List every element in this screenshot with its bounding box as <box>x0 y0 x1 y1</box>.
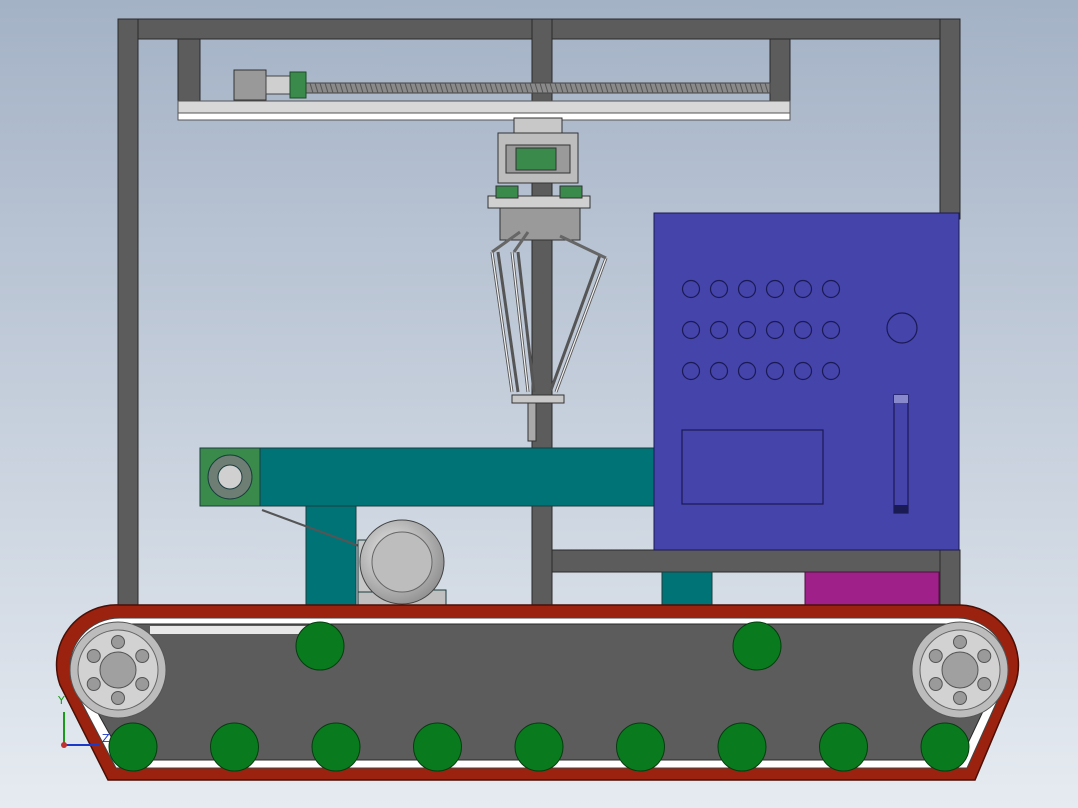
cabinet-door-handle <box>893 394 909 514</box>
rail-plate <box>177 100 791 114</box>
robot-tool <box>527 402 537 442</box>
stepper-motor <box>233 69 267 101</box>
conveyor-belt-body <box>257 447 655 507</box>
wheel-hole <box>86 677 101 691</box>
cabinet-handle-cap-bottom <box>894 505 908 513</box>
frame-left-post <box>117 18 139 620</box>
axis-z-label: Z <box>102 732 110 745</box>
bottom-roller <box>108 722 158 772</box>
track-icon <box>55 604 1020 781</box>
cad-assembly-view: Y Z <box>0 0 1078 808</box>
frame-mid-beam-right <box>551 549 961 573</box>
cabinet-handle-cap-top <box>894 395 908 403</box>
wheel-hole <box>953 691 967 705</box>
wheel-hole <box>977 677 992 691</box>
wheel-hole <box>135 649 150 663</box>
drive-wheel-left <box>69 621 167 719</box>
track-white-strip <box>150 626 310 634</box>
bottom-roller <box>717 722 767 772</box>
wheel-hole <box>953 635 967 649</box>
wheel-hole <box>111 635 125 649</box>
flange-bearing-core <box>217 464 243 490</box>
frame-right-post <box>939 18 961 220</box>
robot-arm-hub <box>499 207 581 241</box>
robot-carriage <box>513 117 563 135</box>
cabinet-icon <box>653 212 960 551</box>
bottom-roller <box>514 722 564 772</box>
motor-coupler <box>265 75 291 95</box>
bottom-roller <box>413 722 462 772</box>
bearing-block-green <box>289 71 307 99</box>
wheel-hole <box>977 649 992 663</box>
cabinet-body <box>653 212 960 551</box>
axis-y-label: Y <box>57 694 65 707</box>
battery-box <box>804 571 940 607</box>
conveyor-small-leg <box>661 571 713 607</box>
bottom-roller <box>311 722 361 772</box>
wheel-hole <box>111 691 125 705</box>
bottom-roller <box>819 722 868 772</box>
conveyor-support-leg <box>305 505 357 607</box>
robot-gearbox <box>515 147 557 171</box>
wheel-hole <box>928 649 943 663</box>
top-roller <box>295 621 345 671</box>
bottom-roller <box>920 722 970 772</box>
wheel-hole <box>135 677 150 691</box>
rail-bracket-right <box>769 38 791 104</box>
wheel-hole <box>86 649 101 663</box>
wheel-hole <box>928 677 943 691</box>
bottom-roller <box>616 722 665 772</box>
drive-motor-face <box>371 531 433 593</box>
rail-bracket-left <box>177 38 201 104</box>
robot-motor-right <box>559 185 583 199</box>
top-roller <box>732 621 782 671</box>
robot-motor-left <box>495 185 519 199</box>
drive-wheel-right <box>911 621 1009 719</box>
robot-end-effector <box>511 394 565 404</box>
rail-plate-lower <box>177 112 791 121</box>
bottom-roller <box>210 722 259 772</box>
